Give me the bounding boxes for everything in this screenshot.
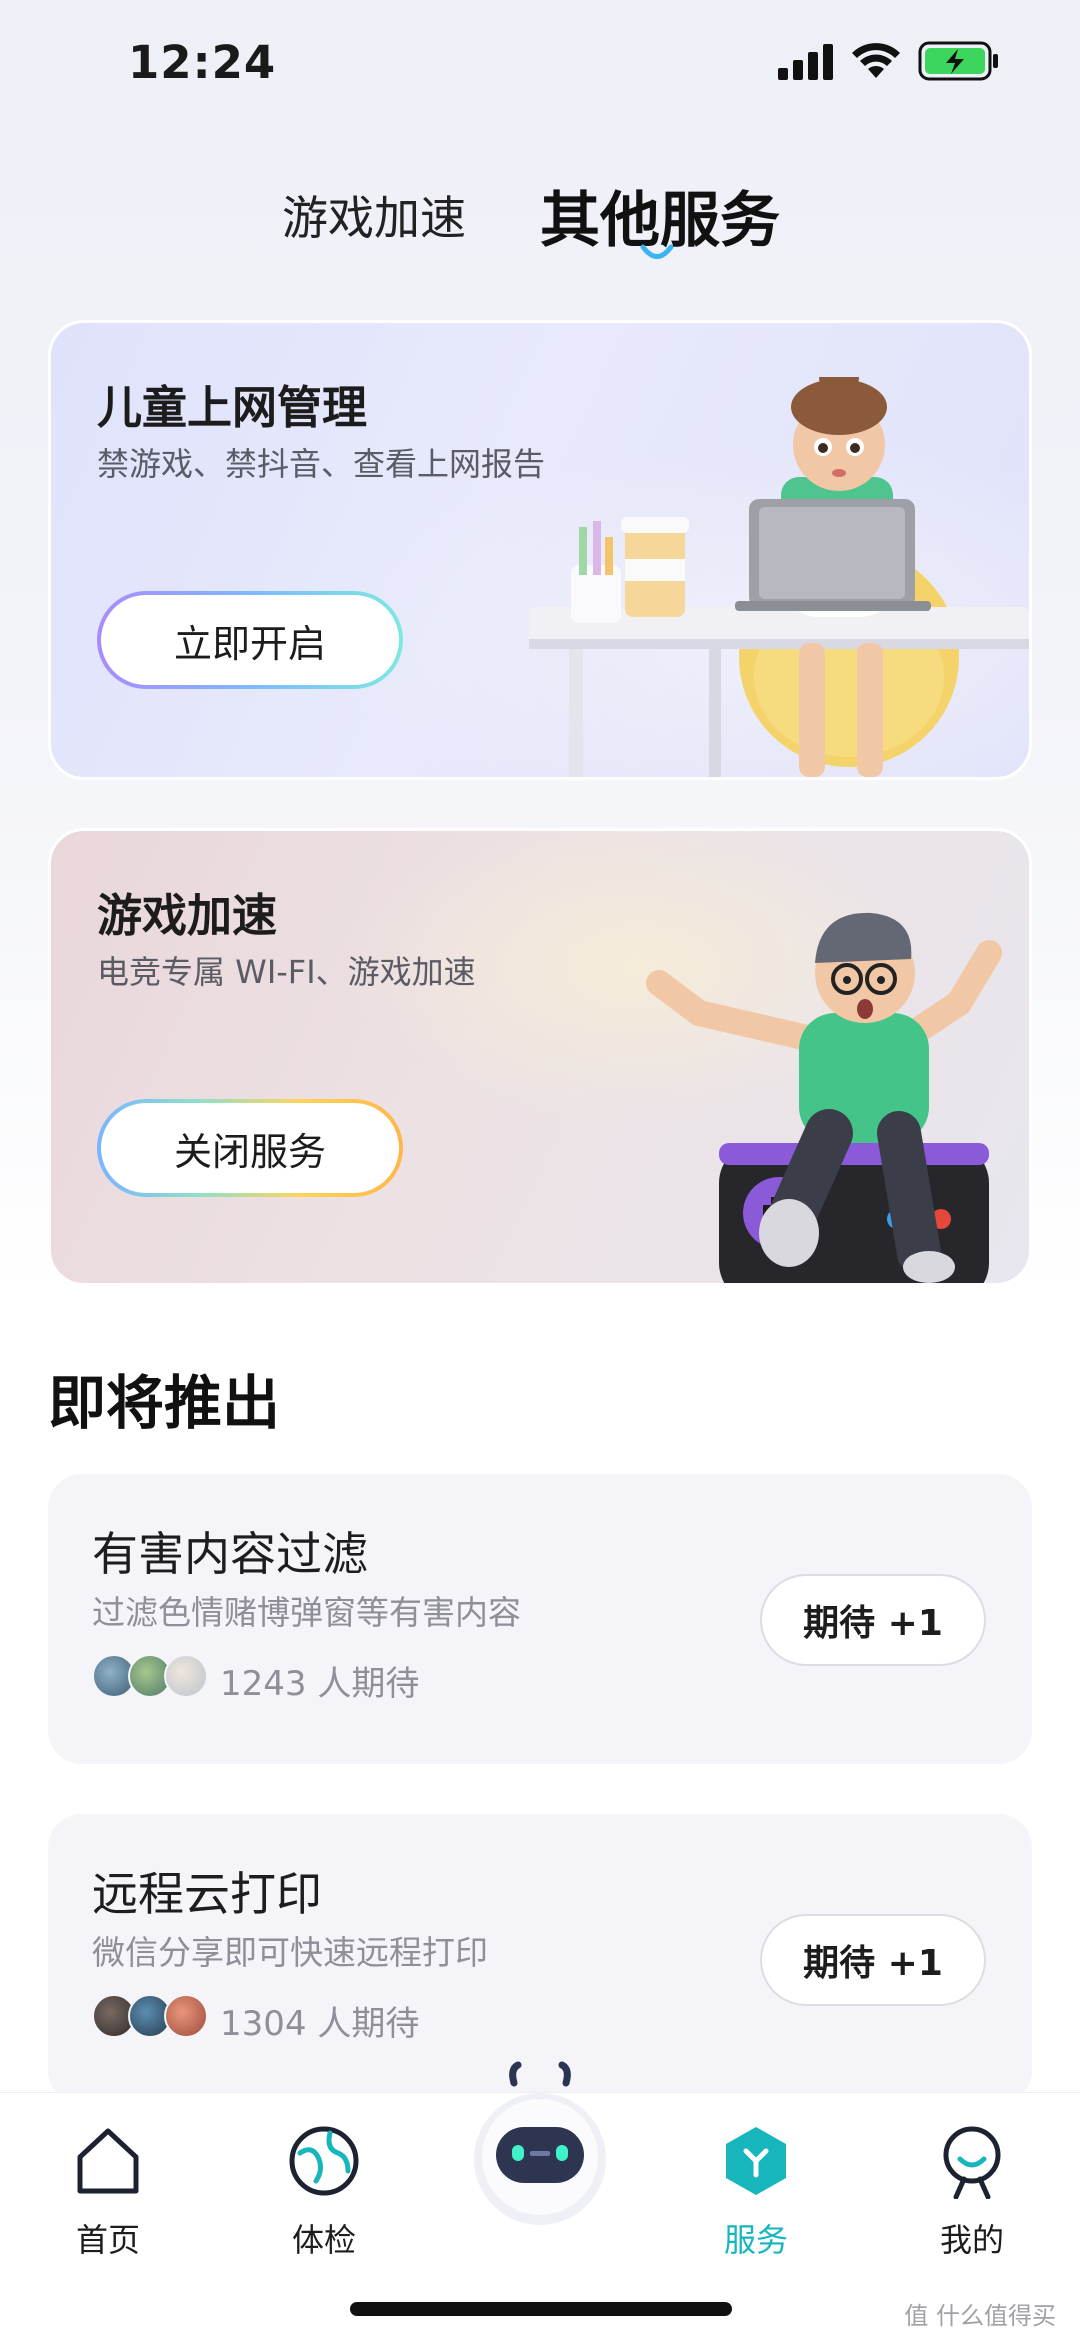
robot-assistant-icon xyxy=(474,2061,606,2225)
game-acceleration-card[interactable]: 游戏加速 电竞专属 WI-FI、游戏加速 关闭服务 xyxy=(48,828,1032,1286)
item-title: 有害内容过滤 xyxy=(92,1527,368,1581)
button-label: 关闭服务 xyxy=(101,1103,399,1193)
nav-item-checkup[interactable]: 体检 xyxy=(254,2123,394,2273)
status-time: 12:24 xyxy=(128,36,277,89)
nav-item-home[interactable]: 首页 xyxy=(38,2123,178,2273)
profile-smile-icon xyxy=(943,2126,1001,2199)
boy-on-gamepad-illustration xyxy=(646,912,1002,1283)
card-subtitle: 禁游戏、禁抖音、查看上网报告 xyxy=(97,445,546,483)
cellular-signal-icon xyxy=(778,44,833,80)
girl-at-laptop-illustration xyxy=(529,377,1029,777)
card-title: 儿童上网管理 xyxy=(97,381,368,434)
globe-check-icon xyxy=(289,2126,359,2196)
battery-charging-icon xyxy=(918,41,998,81)
wifi-icon xyxy=(852,43,900,78)
home-indicator xyxy=(350,2302,732,2316)
nav-item-mine[interactable]: 我的 xyxy=(902,2123,1042,2273)
robot-assistant-button[interactable] xyxy=(470,2059,610,2229)
expect-plus-one-button[interactable]: 期待 +1 xyxy=(760,1914,986,2006)
kids-internet-card[interactable]: 儿童上网管理 禁游戏、禁抖音、查看上网报告 立即开启 xyxy=(48,320,1032,780)
nav-label: 体检 xyxy=(291,2221,356,2259)
active-tab-indicator xyxy=(640,244,674,259)
nav-label: 首页 xyxy=(75,2221,140,2259)
avatar xyxy=(164,1654,208,1698)
avatar-group xyxy=(92,1994,212,2040)
item-title: 远程云打印 xyxy=(92,1867,322,1921)
waiting-count: 1304 人期待 xyxy=(220,2004,420,2044)
service-hexagon-icon xyxy=(726,2127,786,2195)
button-label: 立即开启 xyxy=(101,595,399,685)
home-icon xyxy=(77,2128,139,2194)
watermark-text: 值 什么值得买 xyxy=(904,2302,1056,2330)
item-subtitle: 过滤色情赌博弹窗等有害内容 xyxy=(92,1593,521,1632)
waiting-count: 1243 人期待 xyxy=(220,1664,420,1704)
nav-label: 我的 xyxy=(939,2221,1004,2259)
card-subtitle: 电竞专属 WI-FI、游戏加速 xyxy=(97,953,476,991)
status-bar: 12:24 xyxy=(0,0,1080,130)
card-title: 游戏加速 xyxy=(97,889,278,942)
nav-item-service[interactable]: 服务 xyxy=(686,2123,826,2273)
avatar-group xyxy=(92,1654,212,1700)
nav-label: 服务 xyxy=(723,2221,788,2259)
item-subtitle: 微信分享即可快速远程打印 xyxy=(92,1933,488,1972)
coming-soon-item: 有害内容过滤 过滤色情赌博弹窗等有害内容 1243 人期待 期待 +1 xyxy=(48,1474,1032,1764)
tab-game-acceleration[interactable]: 游戏加速 xyxy=(282,182,466,248)
avatar xyxy=(164,1994,208,2038)
close-service-button[interactable]: 关闭服务 xyxy=(97,1099,403,1197)
expect-plus-one-button[interactable]: 期待 +1 xyxy=(760,1574,986,1666)
top-tab-bar: 游戏加速 其他服务 xyxy=(0,170,1080,260)
coming-soon-heading: 即将推出 xyxy=(48,1369,281,1437)
enable-now-button[interactable]: 立即开启 xyxy=(97,591,403,689)
